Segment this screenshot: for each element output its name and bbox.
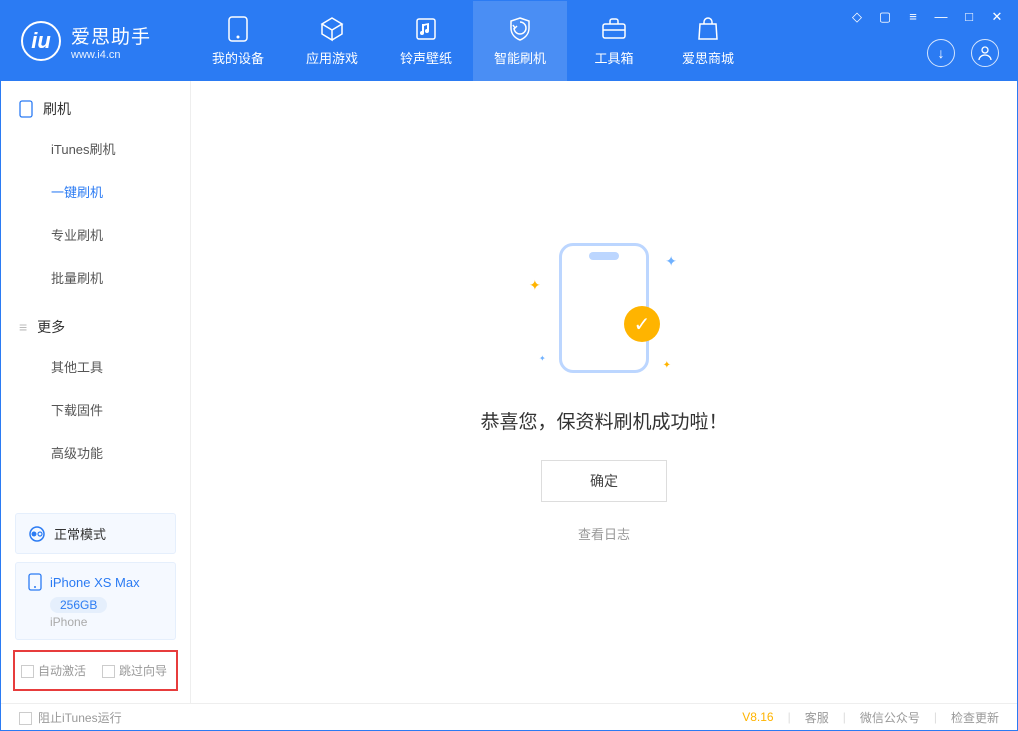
menu-icon[interactable]: ≡ — [905, 9, 921, 25]
toolbox-icon — [601, 16, 627, 42]
device-phone-icon — [28, 573, 42, 591]
sidebar-group-more: ≡ 更多 — [1, 299, 190, 345]
user-icon[interactable] — [971, 39, 999, 67]
version-label: V8.16 — [742, 710, 773, 724]
sidebar-item-itunes-flash[interactable]: iTunes刷机 — [1, 127, 190, 170]
nav-ringtones[interactable]: 铃声壁纸 — [379, 1, 473, 81]
success-illustration: ✓ ✦ ✦ ✦ ✦ — [559, 243, 649, 373]
nav-label: 铃声壁纸 — [400, 48, 452, 67]
nav-store[interactable]: 爱思商城 — [661, 1, 755, 81]
sidebar: 刷机 iTunes刷机 一键刷机 专业刷机 批量刷机 ≡ 更多 其他工具 下载固… — [1, 81, 191, 705]
main-nav: 我的设备 应用游戏 铃声壁纸 智能刷机 工具箱 爱思商城 — [191, 1, 755, 81]
nav-label: 我的设备 — [212, 48, 264, 67]
cube-icon — [319, 16, 345, 42]
settings-icon[interactable]: ▢ — [877, 9, 893, 25]
footer-link-support[interactable]: 客服 — [805, 709, 829, 726]
nav-smart-flash[interactable]: 智能刷机 — [473, 1, 567, 81]
maximize-button[interactable]: □ — [961, 9, 977, 25]
success-message: 恭喜您，保资料刷机成功啦！ — [480, 407, 727, 434]
close-button[interactable]: ✕ — [989, 9, 1005, 25]
mode-icon — [28, 525, 46, 543]
ok-button[interactable]: 确定 — [541, 460, 667, 502]
view-log-link[interactable]: 查看日志 — [578, 524, 630, 543]
main-content: ✓ ✦ ✦ ✦ ✦ 恭喜您，保资料刷机成功啦！ 确定 查看日志 — [191, 81, 1017, 705]
flash-options-highlight: 自动激活 跳过向导 — [13, 650, 178, 691]
sparkle-icon: ✦ — [529, 277, 541, 294]
footer-link-update[interactable]: 检查更新 — [951, 709, 999, 726]
sparkle-icon: ✦ — [663, 360, 671, 371]
body: 刷机 iTunes刷机 一键刷机 专业刷机 批量刷机 ≡ 更多 其他工具 下载固… — [1, 81, 1017, 705]
sparkle-icon: ✦ — [665, 253, 677, 270]
logo-text: 爱思助手 www.i4.cn — [71, 22, 151, 61]
window-controls: ◇ ▢ ≡ ― □ ✕ — [849, 9, 1005, 25]
bag-icon — [695, 16, 721, 42]
sparkle-icon: ✦ — [539, 354, 546, 363]
header: iu 爱思助手 www.i4.cn 我的设备 应用游戏 铃声壁纸 智能刷机 工具… — [1, 1, 1017, 81]
nav-label: 爱思商城 — [682, 48, 734, 67]
footer-link-wechat[interactable]: 微信公众号 — [860, 709, 920, 726]
app-logo-icon: iu — [21, 21, 61, 61]
nav-apps-games[interactable]: 应用游戏 — [285, 1, 379, 81]
device-icon — [225, 16, 251, 42]
sidebar-item-advanced[interactable]: 高级功能 — [1, 431, 190, 474]
music-icon — [413, 16, 439, 42]
nav-toolbox[interactable]: 工具箱 — [567, 1, 661, 81]
checkmark-badge-icon: ✓ — [624, 306, 660, 342]
app-title: 爱思助手 — [71, 22, 151, 49]
device-info[interactable]: iPhone XS Max 256GB iPhone — [15, 562, 176, 640]
theme-icon[interactable]: ◇ — [849, 9, 865, 25]
download-icon[interactable]: ↓ — [927, 39, 955, 67]
nav-label: 智能刷机 — [494, 48, 546, 67]
sidebar-group-flash: 刷机 — [1, 81, 190, 127]
sidebar-item-oneclick-flash[interactable]: 一键刷机 — [1, 170, 190, 213]
device-storage: 256GB — [50, 597, 107, 613]
sidebar-item-download-fw[interactable]: 下载固件 — [1, 388, 190, 431]
phone-icon — [19, 100, 33, 118]
checkbox-skip-guide[interactable]: 跳过向导 — [102, 662, 167, 679]
checkbox-auto-activate[interactable]: 自动激活 — [21, 662, 86, 679]
mode-label: 正常模式 — [54, 524, 106, 543]
app-subtitle: www.i4.cn — [71, 49, 151, 61]
footer: 阻止iTunes运行 V8.16 | 客服 | 微信公众号 | 检查更新 — [1, 703, 1017, 730]
phone-illustration-icon: ✓ — [559, 243, 649, 373]
group-title: 更多 — [37, 317, 65, 337]
nav-label: 工具箱 — [594, 48, 633, 67]
device-name: iPhone XS Max — [50, 575, 140, 590]
sidebar-item-pro-flash[interactable]: 专业刷机 — [1, 213, 190, 256]
sidebar-item-other-tools[interactable]: 其他工具 — [1, 345, 190, 388]
nav-label: 应用游戏 — [306, 48, 358, 67]
group-title: 刷机 — [43, 99, 71, 119]
sidebar-item-batch-flash[interactable]: 批量刷机 — [1, 256, 190, 299]
mode-indicator[interactable]: 正常模式 — [15, 513, 176, 554]
checkbox-block-itunes[interactable]: 阻止iTunes运行 — [19, 709, 122, 726]
shield-icon — [507, 16, 533, 42]
header-actions: ↓ — [927, 39, 999, 67]
logo[interactable]: iu 爱思助手 www.i4.cn — [1, 21, 191, 61]
device-type: iPhone — [50, 615, 163, 629]
nav-my-device[interactable]: 我的设备 — [191, 1, 285, 81]
minimize-button[interactable]: ― — [933, 9, 949, 25]
list-icon: ≡ — [19, 319, 27, 335]
